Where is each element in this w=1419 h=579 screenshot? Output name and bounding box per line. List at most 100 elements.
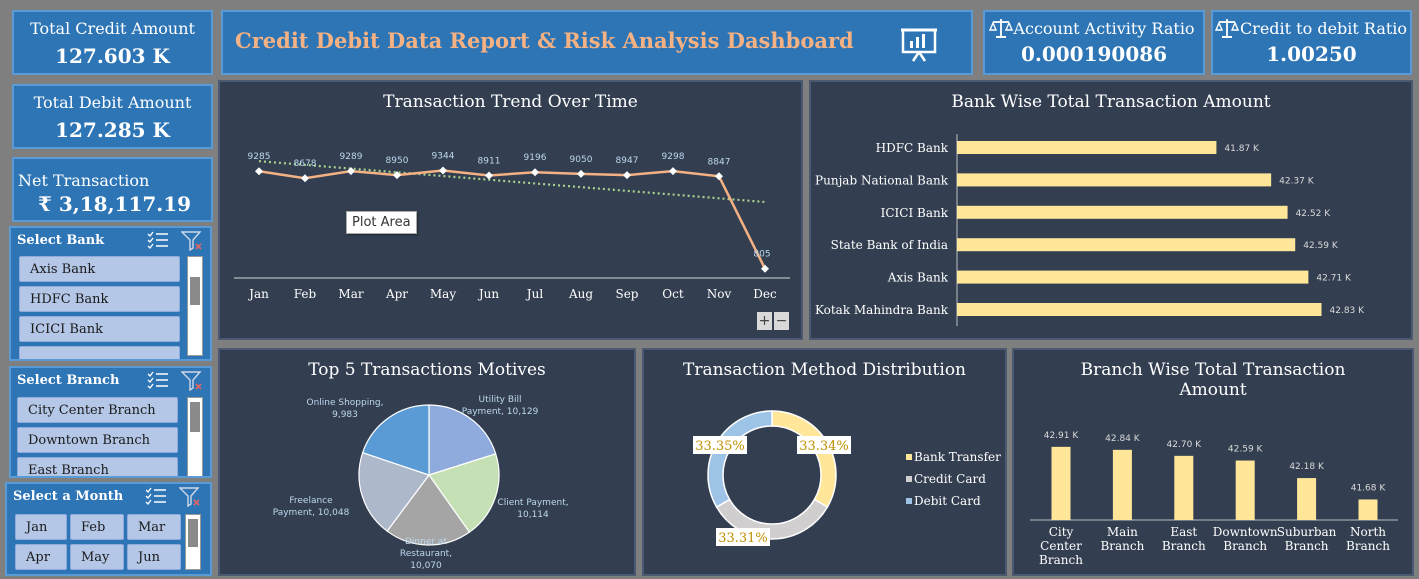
trend-data-label: 8847	[708, 157, 731, 167]
branch-bar	[1112, 449, 1132, 520]
total-debit-label: Total Debit Amount	[33, 93, 192, 112]
slicer-item-city-center-branch[interactable]: City Center Branch	[17, 397, 178, 423]
method-legend-swatch	[906, 454, 912, 460]
trend-data-label: 9196	[524, 153, 547, 163]
zoom-out-button[interactable]: −	[774, 312, 789, 330]
trend-tick-label: Mar	[338, 287, 363, 301]
slicer-item-jun[interactable]: Jun	[127, 544, 181, 570]
zoom-in-button[interactable]: +	[757, 312, 772, 330]
motives-data-label: Payment, 10,048	[273, 508, 350, 518]
clear-filter-icon[interactable]	[179, 487, 201, 507]
branch-tick-label: Branch	[1223, 539, 1267, 553]
activity-ratio-card: Account Activity Ratio 0.000190086	[983, 10, 1205, 75]
branch-bar	[1174, 455, 1194, 520]
trend-series-line	[258, 169, 767, 270]
bank-chart-panel: Bank Wise Total Transaction Amount 41.87…	[809, 80, 1413, 340]
motives-data-label: 9,983	[332, 410, 358, 420]
bank-bar	[957, 205, 1288, 219]
month-slicer-title: Select a Month	[13, 489, 124, 504]
total-credit-card: Total Credit Amount 127.603 K	[12, 10, 213, 75]
bank-tick-label: State Bank of India	[831, 238, 948, 252]
branch-bar	[1297, 478, 1317, 520]
branch-tick-label: City	[1049, 525, 1074, 539]
branch-tick-label: Branch	[1285, 539, 1329, 553]
slicer-item-may[interactable]: May	[70, 544, 124, 570]
activity-ratio-label: Account Activity Ratio	[1013, 19, 1195, 38]
trend-data-label: 9298	[662, 152, 685, 162]
trend-tick-label: May	[430, 287, 456, 301]
method-data-label: 33.35%	[695, 439, 745, 454]
bank-chart: 41.87 K HDFC Bank 42.37 K Punjab National B…	[815, 134, 1366, 326]
slicer-item-axis-bank[interactable]: Axis Bank	[19, 256, 180, 282]
scale-icon	[1215, 19, 1239, 38]
clear-filter-icon[interactable]	[181, 231, 203, 251]
trend-chart: 9285 Jan 8678 Feb 9289 Mar 8950 Apr 9344 May 8911 J…	[234, 152, 790, 301]
branch-chart-panel: Branch Wise Total Transaction Amount 42.…	[1012, 348, 1414, 576]
method-data-label: 33.34%	[799, 439, 849, 454]
branch-bar	[1358, 499, 1378, 520]
dashboard-header: Credit Debit Data Report & Risk Analysis…	[221, 10, 973, 75]
slicer-item-feb[interactable]: Feb	[70, 514, 124, 540]
net-transaction-label: Net Transaction	[18, 171, 150, 190]
bank-data-label: 42.52 K	[1296, 209, 1332, 219]
total-debit-card: Total Debit Amount 127.285 K	[12, 84, 213, 149]
trend-tick-label: Apr	[385, 287, 408, 301]
net-transaction-value: ₹ 3,18,117.19	[38, 192, 192, 216]
bank-bar	[957, 270, 1309, 284]
clear-filter-icon[interactable]	[181, 371, 203, 391]
trend-point-aug	[577, 169, 585, 178]
multi-select-icon[interactable]	[145, 487, 167, 505]
bank-bar	[957, 303, 1322, 316]
bank-data-label: 42.71 K	[1316, 274, 1352, 284]
multi-select-icon[interactable]	[147, 371, 169, 389]
total-debit-value: 127.285 K	[55, 118, 170, 142]
bank-slicer-scrollbar[interactable]	[187, 256, 203, 356]
slicer-item-jan[interactable]: Jan	[15, 514, 67, 540]
multi-select-icon[interactable]	[147, 231, 169, 249]
slicer-item-apr[interactable]: Apr	[15, 544, 67, 570]
bank-data-label: 41.87 K	[1224, 144, 1260, 154]
credit-debit-ratio-label: Credit to debit Ratio	[1239, 19, 1408, 38]
branch-data-label: 42.70 K	[1167, 440, 1203, 450]
slicer-item-icici-bank[interactable]: ICICI Bank	[19, 316, 180, 342]
branch-tick-label: Branch	[1039, 553, 1083, 567]
trend-data-label: 9050	[570, 155, 593, 165]
trend-data-label: 9289	[340, 152, 363, 162]
month-slicer-scrollbar[interactable]	[185, 514, 201, 570]
slicer-item-downtown-branch[interactable]: Downtown Branch	[17, 427, 178, 453]
motives-data-label: Dinner at	[405, 537, 447, 547]
branch-data-label: 42.91 K	[1044, 431, 1080, 441]
branch-bar	[1235, 460, 1255, 520]
trend-tick-label: Feb	[294, 287, 317, 301]
total-credit-label: Total Credit Amount	[30, 19, 195, 38]
branch-chart: 42.91 KCityCenterBranch42.84 KMainBranch…	[1030, 431, 1398, 567]
motives-chart-panel: Top 5 Transactions Motives Utility Bill P…	[218, 348, 636, 576]
branch-tick-label: Main	[1107, 525, 1138, 539]
slicer-item-east-branch[interactable]: East Branch	[17, 457, 178, 476]
bank-data-label: 42.59 K	[1303, 241, 1339, 251]
month-slicer: Select a Month Jan Feb Mar Apr May Jun	[5, 482, 212, 576]
slicer-item-mar[interactable]: Mar	[127, 514, 181, 540]
method-legend-swatch	[906, 498, 912, 504]
branch-data-label: 42.59 K	[1228, 445, 1264, 455]
trend-data-label: 9344	[432, 152, 455, 162]
branch-data-label: 42.18 K	[1289, 462, 1325, 472]
motives-data-label: Freelance	[289, 496, 333, 506]
trend-tick-label: Aug	[568, 287, 593, 301]
trend-point-sep	[623, 171, 631, 180]
branch-slicer: Select Branch City Center Branch Downtow…	[9, 366, 212, 478]
slicer-item-partial[interactable]	[19, 346, 180, 359]
motives-data-label: Client Payment,	[497, 498, 568, 508]
bank-data-label: 42.83 K	[1330, 306, 1366, 316]
branch-tick-label: Branch	[1100, 539, 1144, 553]
branch-data-label: 42.84 K	[1105, 434, 1141, 444]
slicer-item-hdfc-bank[interactable]: HDFC Bank	[19, 286, 180, 312]
trend-tick-label: Dec	[753, 287, 777, 301]
presentation-chart-icon	[901, 28, 937, 62]
bank-tick-label: Axis Bank	[887, 271, 949, 285]
trend-point-oct	[669, 167, 677, 176]
trend-data-label: 8678	[294, 159, 317, 169]
trend-data-label: 8947	[616, 156, 639, 166]
method-legend-entry: Bank Transfer	[914, 450, 1001, 464]
branch-slicer-scrollbar[interactable]	[187, 397, 203, 476]
